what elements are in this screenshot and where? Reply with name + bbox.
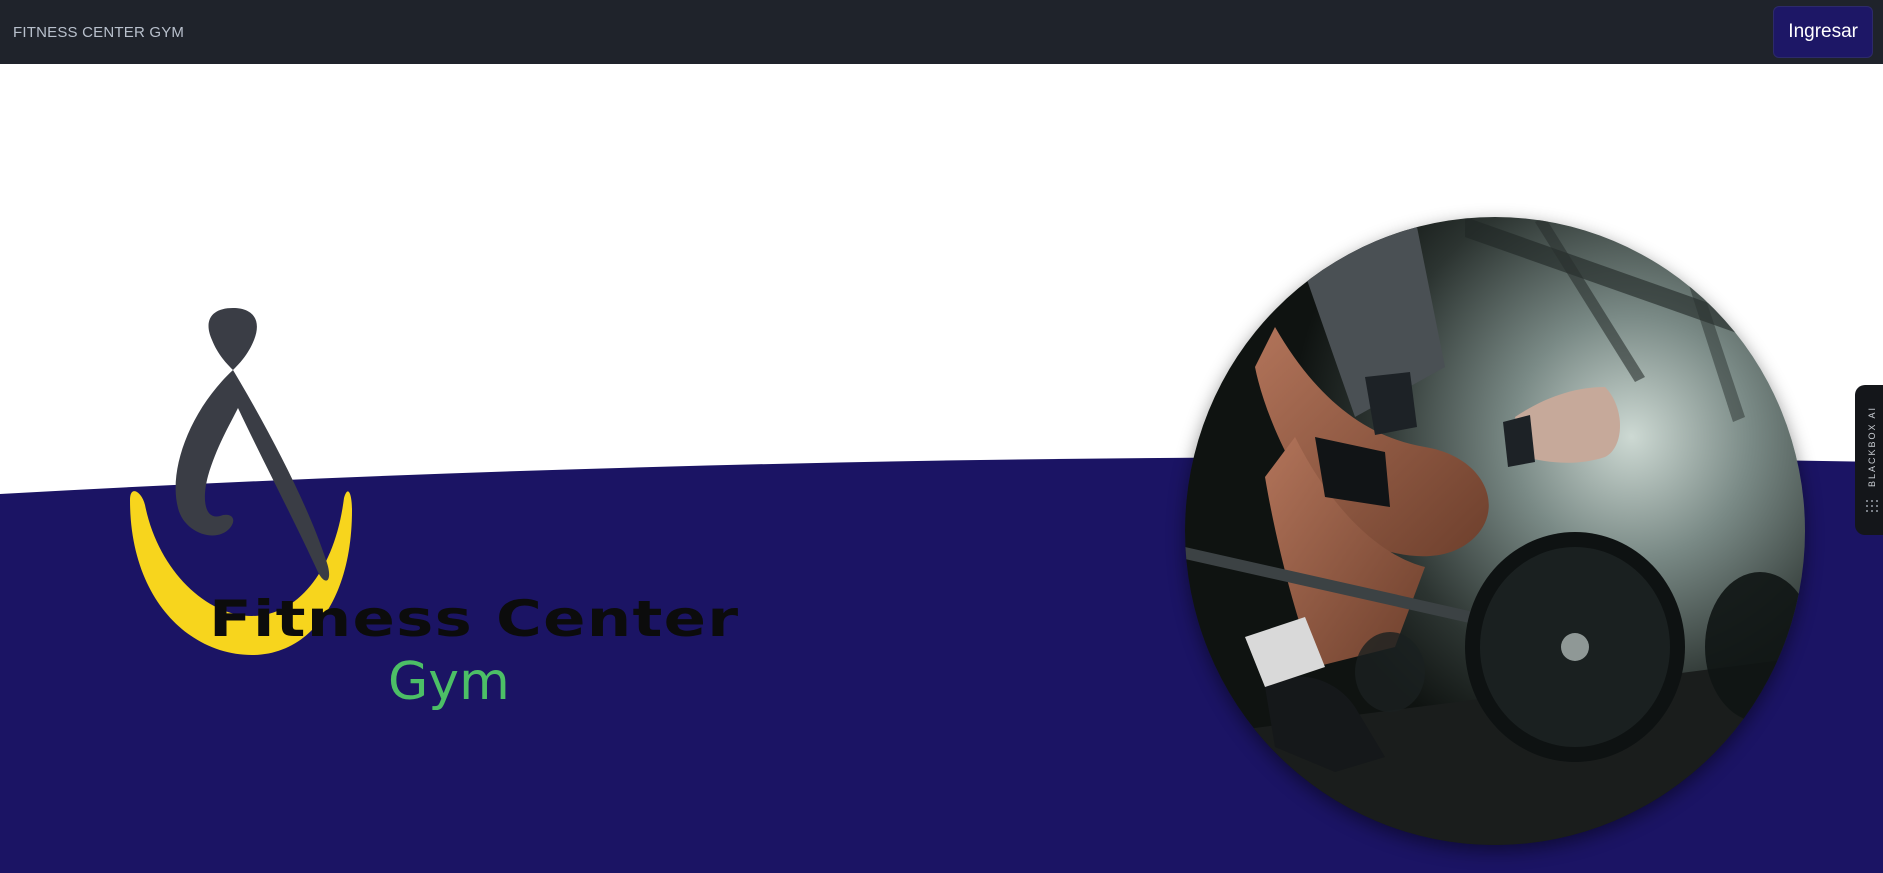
logo-subtitle: Gym bbox=[388, 652, 510, 712]
login-button[interactable]: Ingresar bbox=[1773, 6, 1873, 58]
blackbox-ai-widget[interactable]: BLACKBOX AI bbox=[1855, 385, 1883, 535]
dots-grid-icon bbox=[1866, 499, 1878, 512]
gym-photo bbox=[1185, 217, 1805, 845]
brand-link[interactable]: FITNESS CENTER GYM bbox=[13, 24, 184, 41]
top-navbar: FITNESS CENTER GYM Ingresar bbox=[0, 0, 1883, 64]
blackbox-ai-label: BLACKBOX AI bbox=[1867, 406, 1877, 488]
logo-title: Fitness Center bbox=[209, 590, 740, 648]
